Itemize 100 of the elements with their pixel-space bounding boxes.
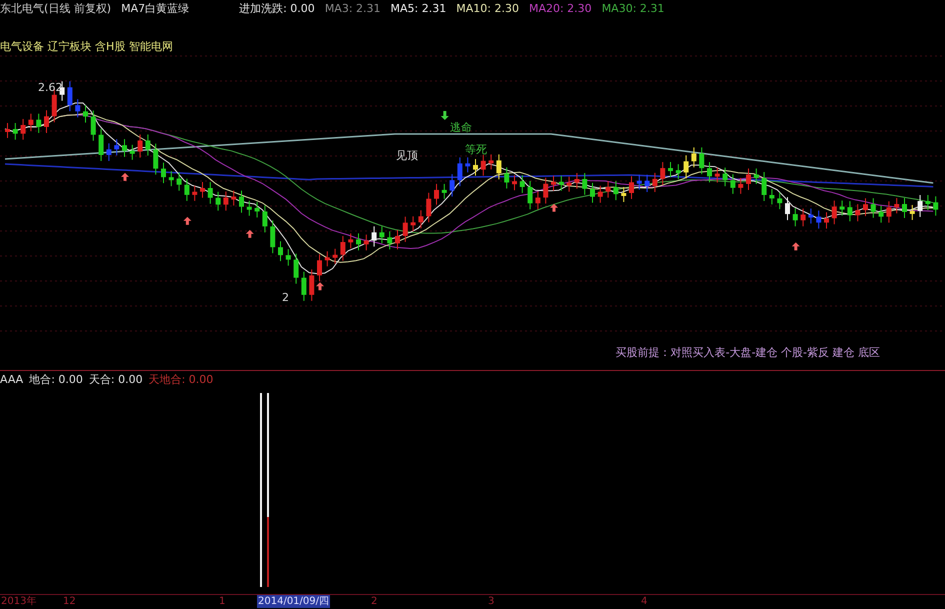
candlestick bbox=[317, 254, 322, 282]
candlestick bbox=[840, 200, 845, 216]
candlestick bbox=[808, 208, 814, 224]
candlestick bbox=[309, 268, 314, 302]
candlestick bbox=[402, 216, 408, 242]
candlestick bbox=[722, 167, 728, 187]
candlestick bbox=[301, 271, 306, 302]
candlestick bbox=[426, 192, 432, 223]
candlestick bbox=[606, 180, 611, 198]
candlestick bbox=[418, 210, 424, 229]
indicator-value: 地合: 0.00 bbox=[29, 372, 83, 386]
candlestick bbox=[67, 80, 72, 112]
candlestick bbox=[910, 204, 915, 220]
candlestick bbox=[442, 183, 447, 200]
chart-label: 见顶 bbox=[396, 149, 418, 162]
axis-label: 2 bbox=[370, 595, 378, 608]
candlestick bbox=[192, 185, 198, 202]
candlestick bbox=[590, 182, 595, 204]
candlestick bbox=[769, 188, 774, 205]
candlestick bbox=[785, 196, 790, 221]
candlestick bbox=[613, 180, 618, 201]
candlestick bbox=[738, 177, 744, 194]
candlestick bbox=[168, 170, 174, 187]
candlestick bbox=[348, 232, 354, 249]
candlestick bbox=[356, 232, 361, 251]
candlestick bbox=[278, 240, 283, 262]
candlestick bbox=[621, 186, 626, 202]
indicator-value: MA30: 2.31 bbox=[602, 2, 664, 15]
candlestick bbox=[387, 230, 392, 250]
candlestick bbox=[379, 226, 384, 244]
candlestick bbox=[660, 162, 666, 186]
candlestick bbox=[12, 122, 18, 140]
candlestick bbox=[98, 128, 104, 162]
candlestick bbox=[28, 113, 34, 132]
candlestick bbox=[60, 80, 65, 102]
down-arrow-icon bbox=[440, 111, 449, 120]
candlestick bbox=[792, 208, 798, 227]
candlestick bbox=[216, 191, 221, 212]
candlestick bbox=[473, 158, 478, 176]
axis-label: 2014/01/09/四 bbox=[257, 595, 330, 608]
candlestick bbox=[153, 143, 158, 176]
candlestick bbox=[254, 201, 260, 218]
indicator-value: AAA bbox=[0, 372, 24, 386]
candlestick bbox=[520, 174, 525, 194]
up-arrow-icon bbox=[121, 172, 129, 181]
candlestick bbox=[933, 196, 938, 216]
chart-label: 2.62 bbox=[38, 81, 62, 94]
axis-label: 2013年 bbox=[0, 595, 38, 608]
candlestick bbox=[332, 248, 338, 264]
candlestick bbox=[816, 210, 822, 230]
candlestick bbox=[832, 200, 837, 225]
chart-label: 逃命 bbox=[450, 121, 472, 134]
candlestick bbox=[44, 110, 49, 134]
candlestick bbox=[746, 168, 751, 190]
candlestick bbox=[699, 146, 704, 175]
candlestick bbox=[582, 172, 588, 196]
note-text: 买股前提：对照买入表-大盘-建仓 个股-紫反 建仓 底区 bbox=[616, 345, 880, 360]
candlestick bbox=[652, 172, 658, 193]
candlestick bbox=[918, 194, 923, 218]
up-arrow-icon bbox=[246, 230, 254, 238]
candlestick bbox=[270, 220, 276, 254]
candlestick bbox=[707, 162, 712, 183]
candlestick bbox=[636, 174, 642, 190]
candlestick bbox=[543, 177, 548, 204]
candlestick bbox=[36, 113, 42, 134]
candlestick bbox=[324, 250, 330, 267]
candlestick bbox=[598, 185, 603, 204]
stock-title: 东北电气(日线 前复权) bbox=[0, 1, 112, 16]
candlestick bbox=[200, 182, 205, 198]
candlestick bbox=[246, 200, 252, 216]
indicator-value: MA3: 2.31 bbox=[324, 2, 381, 15]
candlestick bbox=[364, 234, 369, 251]
candlestick bbox=[504, 166, 510, 189]
candlestick bbox=[730, 174, 736, 194]
axis-label: 3 bbox=[487, 595, 496, 608]
candlestick bbox=[855, 204, 860, 222]
candlestick bbox=[574, 172, 580, 190]
candlestick bbox=[870, 198, 876, 218]
sector-tags: 电气设备 辽宁板块 含H股 智能电网 bbox=[0, 40, 173, 53]
candlestick bbox=[762, 172, 767, 202]
candlestick bbox=[824, 212, 829, 230]
candlestick bbox=[714, 167, 720, 184]
candlestick bbox=[457, 156, 462, 187]
candlestick bbox=[340, 236, 346, 262]
candlestick bbox=[512, 174, 517, 191]
candlestick bbox=[184, 178, 190, 202]
candlestick bbox=[754, 168, 759, 185]
candlestick bbox=[535, 191, 540, 210]
candlestick bbox=[894, 198, 900, 214]
candlestick bbox=[886, 200, 892, 224]
axis-label: 12 bbox=[62, 595, 77, 608]
indicator-value: 进加洗跌: 0.00 bbox=[239, 1, 315, 16]
candlestick bbox=[223, 191, 228, 212]
candlestick bbox=[465, 156, 470, 173]
candlestick bbox=[480, 154, 486, 176]
up-arrow-icon bbox=[183, 216, 192, 225]
candlestick bbox=[145, 134, 150, 156]
up-arrow-icon bbox=[550, 204, 558, 212]
candlestick bbox=[847, 200, 852, 222]
candlestick bbox=[676, 164, 681, 180]
